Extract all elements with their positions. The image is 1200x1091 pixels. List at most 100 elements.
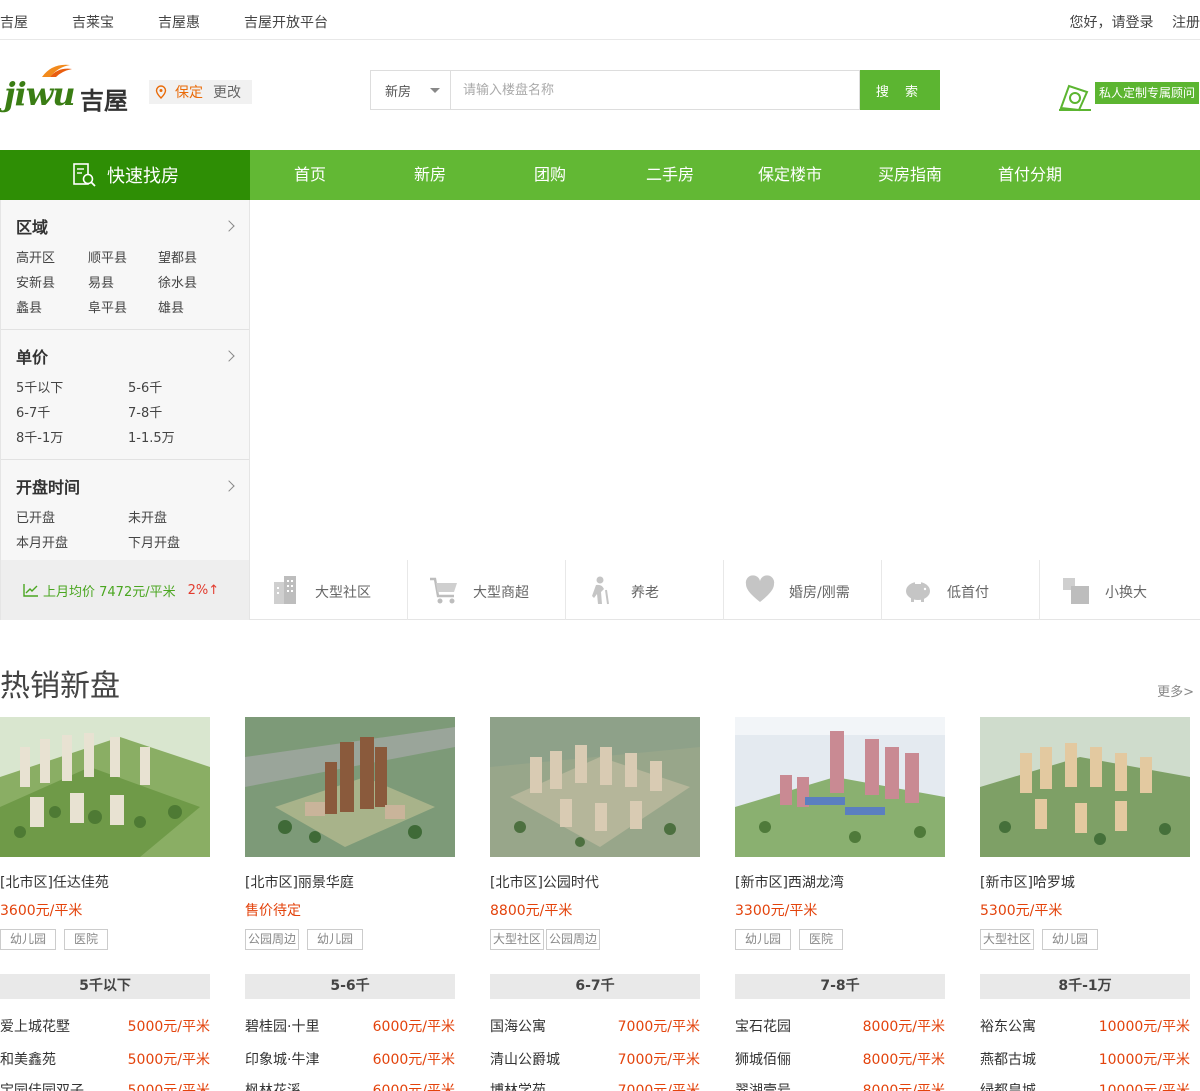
property-price: 售价待定 bbox=[245, 903, 301, 919]
area-option[interactable]: 易县 bbox=[88, 275, 158, 293]
price-band-header[interactable]: 5千以下 bbox=[0, 974, 210, 999]
nav-item-new-homes[interactable]: 新房 bbox=[370, 150, 490, 200]
top-link-open-platform[interactable]: 吉屋开放平台 bbox=[244, 12, 328, 32]
property-tag: 公园周边 bbox=[245, 929, 300, 950]
register-link[interactable]: 注册 bbox=[1172, 15, 1200, 31]
price-band-header[interactable]: 8千-1万 bbox=[980, 974, 1190, 999]
price-band-header[interactable]: 7-8千 bbox=[735, 974, 945, 999]
price-option[interactable]: 5千以下 bbox=[16, 380, 128, 398]
nav-item-home[interactable]: 首页 bbox=[250, 150, 370, 200]
top-link-jiwuhui[interactable]: 吉屋惠 bbox=[158, 12, 200, 32]
quick-find-sidebar: 区域 高开区 顺平县 望都县 安新县 易县 徐水县 蠡县 阜平县 雄县 单价 5… bbox=[0, 200, 250, 620]
property-image[interactable] bbox=[735, 717, 945, 857]
quick-find-button[interactable]: 快速找房 bbox=[0, 150, 250, 200]
area-option[interactable]: 安新县 bbox=[16, 275, 88, 293]
search-type-value: 新房 bbox=[385, 84, 412, 100]
nav-item-buying-guide[interactable]: 买房指南 bbox=[850, 150, 970, 200]
price-option[interactable]: 6-7千 bbox=[16, 405, 128, 423]
listing-price: 7000元/平米 bbox=[617, 1083, 700, 1091]
change-city-link[interactable]: 更改 bbox=[213, 82, 241, 102]
top-link-jiwu[interactable]: 吉屋 bbox=[0, 12, 28, 32]
price-option[interactable]: 8千-1万 bbox=[16, 430, 128, 448]
property-tag: 大型社区 bbox=[980, 929, 1035, 950]
more-link[interactable]: 更多> bbox=[1157, 681, 1194, 700]
opening-option[interactable]: 已开盘 bbox=[16, 510, 128, 528]
property-card[interactable]: [新市区]西湖龙湾 3300元/平米 幼儿园 医院 7-8千 宝石花园 8000… bbox=[735, 717, 945, 1091]
chevron-right-icon[interactable] bbox=[223, 220, 235, 232]
top-links: 吉屋 吉莱宝 吉屋惠 吉屋开放平台 bbox=[0, 12, 372, 32]
advisor-banner[interactable]: 私人定制专属顾问 bbox=[1057, 78, 1200, 112]
opening-option[interactable]: 未开盘 bbox=[128, 510, 228, 528]
advisor-label: 私人定制专属顾问 bbox=[1095, 82, 1200, 104]
property-image[interactable] bbox=[490, 717, 700, 857]
price-option[interactable]: 5-6千 bbox=[128, 380, 228, 398]
listing-price: 10000元/平米 bbox=[1098, 1052, 1190, 1068]
property-card[interactable]: [新市区]哈罗城 5300元/平米 大型社区 幼儿园 8千-1万 裕东公寓 10… bbox=[980, 717, 1190, 1091]
opening-option[interactable]: 本月开盘 bbox=[16, 535, 128, 553]
opening-title[interactable]: 开盘时间 bbox=[16, 474, 80, 498]
feature-large-community[interactable]: 大型社区 bbox=[250, 560, 408, 620]
search-input[interactable] bbox=[450, 70, 860, 110]
property-image[interactable] bbox=[245, 717, 455, 857]
area-option[interactable]: 望都县 bbox=[158, 250, 228, 268]
property-name[interactable]: [北市区]丽景华庭 bbox=[245, 872, 354, 892]
property-image[interactable] bbox=[0, 717, 210, 857]
quick-find-label: 快速找房 bbox=[107, 166, 179, 187]
area-option[interactable]: 顺平县 bbox=[88, 250, 158, 268]
listing-name: 绿都皇城 bbox=[980, 1083, 1036, 1091]
listing-price: 5000元/平米 bbox=[127, 1019, 210, 1035]
property-tag: 幼儿园 bbox=[1042, 929, 1099, 950]
area-option[interactable]: 徐水县 bbox=[158, 275, 228, 293]
chevron-right-icon[interactable] bbox=[223, 350, 235, 362]
section-title: 热销新盘 bbox=[0, 669, 120, 704]
top-link-jilaibao[interactable]: 吉莱宝 bbox=[72, 12, 114, 32]
property-name[interactable]: [北市区]公园时代 bbox=[490, 872, 599, 892]
property-name[interactable]: [北市区]任达佳苑 bbox=[0, 872, 109, 892]
login-link[interactable]: 您好，请登录 bbox=[1070, 15, 1154, 31]
price-options: 5千以下 5-6千 6-7千 7-8千 8千-1万 1-1.5万 bbox=[16, 380, 228, 448]
listing-price: 10000元/平米 bbox=[1098, 1019, 1190, 1035]
property-card[interactable]: [北市区]任达佳苑 3600元/平米 幼儿园 医院 5千以下 爱上城花墅 500… bbox=[0, 717, 210, 1091]
nav-item-group-buy[interactable]: 团购 bbox=[490, 150, 610, 200]
property-card[interactable]: [北市区]丽景华庭 售价待定 公园周边 幼儿园 5-6千 碧桂园·十里 6000… bbox=[245, 717, 455, 1091]
listing-price: 8000元/平米 bbox=[862, 1083, 945, 1091]
listing-price: 5000元/平米 bbox=[127, 1052, 210, 1068]
price-band-header[interactable]: 6-7千 bbox=[490, 974, 700, 999]
property-image[interactable] bbox=[980, 717, 1190, 857]
property-name[interactable]: [新市区]西湖龙湾 bbox=[735, 872, 844, 892]
house-search-icon bbox=[73, 163, 96, 187]
price-option[interactable]: 7-8千 bbox=[128, 405, 228, 423]
nav-item-local-market[interactable]: 保定楼市 bbox=[730, 150, 850, 200]
price-band-header[interactable]: 5-6千 bbox=[245, 974, 455, 999]
feature-upgrade-size[interactable]: 小换大 bbox=[1040, 560, 1200, 620]
listing-name: 博林学苑 bbox=[490, 1083, 546, 1091]
opening-option[interactable]: 下月开盘 bbox=[128, 535, 228, 553]
logo[interactable]: jiwu 吉屋 bbox=[4, 61, 140, 115]
property-name[interactable]: [新市区]哈罗城 bbox=[980, 872, 1075, 892]
feature-supermarket[interactable]: 大型商超 bbox=[408, 560, 566, 620]
header: jiwu 吉屋 保定 更改 新房 搜 索 私人定制专属顾问 bbox=[0, 41, 1200, 150]
feature-low-down-payment[interactable]: 低首付 bbox=[882, 560, 1040, 620]
area-option[interactable]: 雄县 bbox=[158, 300, 228, 318]
search-type-select[interactable]: 新房 bbox=[370, 70, 450, 110]
listing-price: 8000元/平米 bbox=[862, 1052, 945, 1068]
average-price-bar[interactable]: 上月均价 7472元/平米 2%↑ bbox=[1, 560, 249, 620]
feature-wedding-home[interactable]: 婚房/刚需 bbox=[724, 560, 882, 620]
feature-elderly[interactable]: 养老 bbox=[566, 560, 724, 620]
nav-item-resale[interactable]: 二手房 bbox=[610, 150, 730, 200]
search-button[interactable]: 搜 索 bbox=[860, 70, 940, 110]
price-title[interactable]: 单价 bbox=[16, 344, 48, 368]
area-option[interactable]: 阜平县 bbox=[88, 300, 158, 318]
property-tags: 幼儿园 医院 bbox=[0, 929, 116, 950]
price-option[interactable]: 1-1.5万 bbox=[128, 430, 228, 448]
area-option[interactable]: 蠡县 bbox=[16, 300, 88, 318]
feature-label: 养老 bbox=[631, 585, 659, 601]
listing-name: 和美鑫苑 bbox=[0, 1052, 56, 1068]
property-tags: 幼儿园 医院 bbox=[735, 929, 851, 950]
area-title[interactable]: 区域 bbox=[16, 214, 48, 238]
chevron-right-icon[interactable] bbox=[223, 480, 235, 492]
nav-item-installments[interactable]: 首付分期 bbox=[970, 150, 1090, 200]
area-option[interactable]: 高开区 bbox=[16, 250, 88, 268]
property-card[interactable]: [北市区]公园时代 8800元/平米 大型社区 公园周边 6-7千 国海公寓 7… bbox=[490, 717, 700, 1091]
auth-links: 您好，请登录 注册 bbox=[1056, 12, 1200, 32]
